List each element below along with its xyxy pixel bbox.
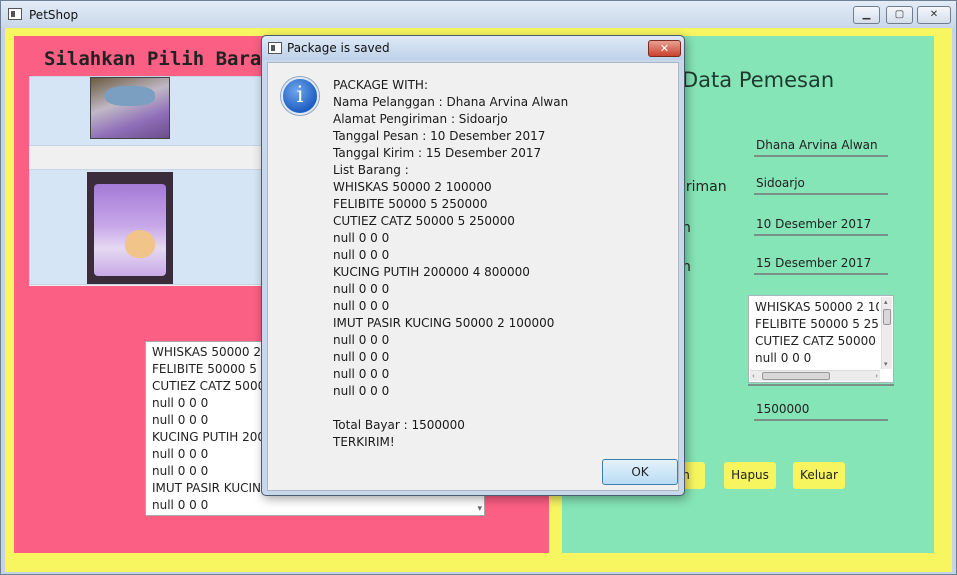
- dialog-close-button[interactable]: ✕: [648, 40, 681, 57]
- product-selection-title: Silahkan Pilih Barang: [44, 48, 285, 70]
- window-title: PetShop: [29, 8, 79, 22]
- message-line: null 0 0 0: [333, 350, 390, 364]
- message-line: FELIBITE 50000 5 250000: [333, 197, 488, 211]
- message-line: CUTIEZ CATZ 50000 5 250000: [333, 214, 515, 228]
- package-saved-dialog: Package is saved ✕ i PACKAGE WITH: Nama …: [261, 35, 685, 496]
- order-line: null 0 0 0: [152, 498, 209, 512]
- product-image: [90, 77, 170, 139]
- dialog-title: Package is saved: [287, 41, 390, 55]
- dialog-titlebar[interactable]: Package is saved ✕: [262, 36, 684, 60]
- tanggal-kirim-field[interactable]: 15 Desember 2017: [754, 253, 888, 275]
- vertical-scrollbar[interactable]: ▴ ▾: [881, 297, 892, 369]
- message-line: Alamat Pengiriman : Sidoarjo: [333, 112, 508, 126]
- message-line: TERKIRIM!: [333, 435, 395, 449]
- message-line: null 0 0 0: [333, 248, 390, 262]
- message-line: KUCING PUTIH 200000 4 800000: [333, 265, 530, 279]
- chevron-up-icon[interactable]: ▴: [884, 298, 888, 306]
- alamat-label: iriman: [682, 179, 727, 195]
- info-icon: i: [281, 77, 319, 115]
- message-line: Tanggal Kirim : 15 Desember 2017: [333, 146, 542, 160]
- ok-button[interactable]: OK: [602, 459, 678, 485]
- message-line: null 0 0 0: [333, 367, 390, 381]
- maximize-button[interactable]: ▢: [886, 6, 913, 24]
- message-line: null 0 0 0: [333, 299, 390, 313]
- item-line: WHISKAS 50000 2 10000: [755, 300, 879, 314]
- message-line: null 0 0 0: [333, 384, 390, 398]
- message-line: null 0 0 0: [333, 333, 390, 347]
- window-titlebar[interactable]: PetShop ▁ ▢ ✕: [1, 1, 956, 28]
- customer-data-title: Data Pemesan: [682, 68, 835, 92]
- minimize-button[interactable]: ▁: [853, 6, 880, 24]
- message-line: Nama Pelanggan : Dhana Arvina Alwan: [333, 95, 569, 109]
- message-line: PACKAGE WITH:: [333, 78, 428, 92]
- message-line: WHISKAS 50000 2 100000: [333, 180, 492, 194]
- item-list-textarea[interactable]: WHISKAS 50000 2 10000 FELIBITE 50000 5 2…: [748, 295, 894, 383]
- message-line: [333, 400, 668, 417]
- app-icon: [268, 42, 282, 54]
- message-line: null 0 0 0: [333, 231, 390, 245]
- product-image: [87, 172, 173, 284]
- item-line: CUTIEZ CATZ 50000 5 2: [755, 334, 879, 348]
- keluar-button[interactable]: Keluar: [793, 462, 845, 489]
- product-item[interactable]: [29, 76, 274, 146]
- total-field[interactable]: 1500000: [754, 399, 888, 421]
- product-item[interactable]: [29, 169, 274, 285]
- nama-field[interactable]: Dhana Arvina Alwan: [754, 135, 888, 157]
- dialog-body: i PACKAGE WITH: Nama Pelanggan : Dhana A…: [267, 62, 679, 491]
- alamat-field[interactable]: Sidoarjo: [754, 173, 888, 195]
- message-line: List Barang :: [333, 163, 409, 177]
- chevron-down-icon[interactable]: ▾: [884, 360, 888, 368]
- item-line: null 0 0 0: [755, 351, 812, 365]
- item-line: FELIBITE 50000 5 25000: [755, 317, 879, 331]
- scrollbar-thumb[interactable]: [762, 372, 830, 380]
- close-button[interactable]: ✕: [917, 6, 951, 24]
- chevron-right-icon[interactable]: ›: [875, 372, 878, 380]
- chevron-left-icon[interactable]: ‹: [752, 372, 755, 380]
- tanggal-pesan-field[interactable]: 10 Desember 2017: [754, 214, 888, 236]
- message-line: null 0 0 0: [333, 282, 390, 296]
- product-list[interactable]: [29, 76, 274, 286]
- scrollbar-thumb[interactable]: [883, 309, 891, 325]
- dialog-message: PACKAGE WITH: Nama Pelanggan : Dhana Arv…: [333, 77, 668, 451]
- horizontal-scrollbar[interactable]: ‹ ›: [750, 370, 880, 381]
- chevron-down-icon[interactable]: ▾: [477, 504, 482, 514]
- app-icon: [8, 8, 22, 20]
- message-line: Total Bayar : 1500000: [333, 418, 465, 432]
- hapus-button[interactable]: Hapus: [724, 462, 776, 489]
- message-line: Tanggal Pesan : 10 Desember 2017: [333, 129, 546, 143]
- divider: [748, 384, 894, 386]
- message-line: IMUT PASIR KUCING 50000 2 100000: [333, 316, 555, 330]
